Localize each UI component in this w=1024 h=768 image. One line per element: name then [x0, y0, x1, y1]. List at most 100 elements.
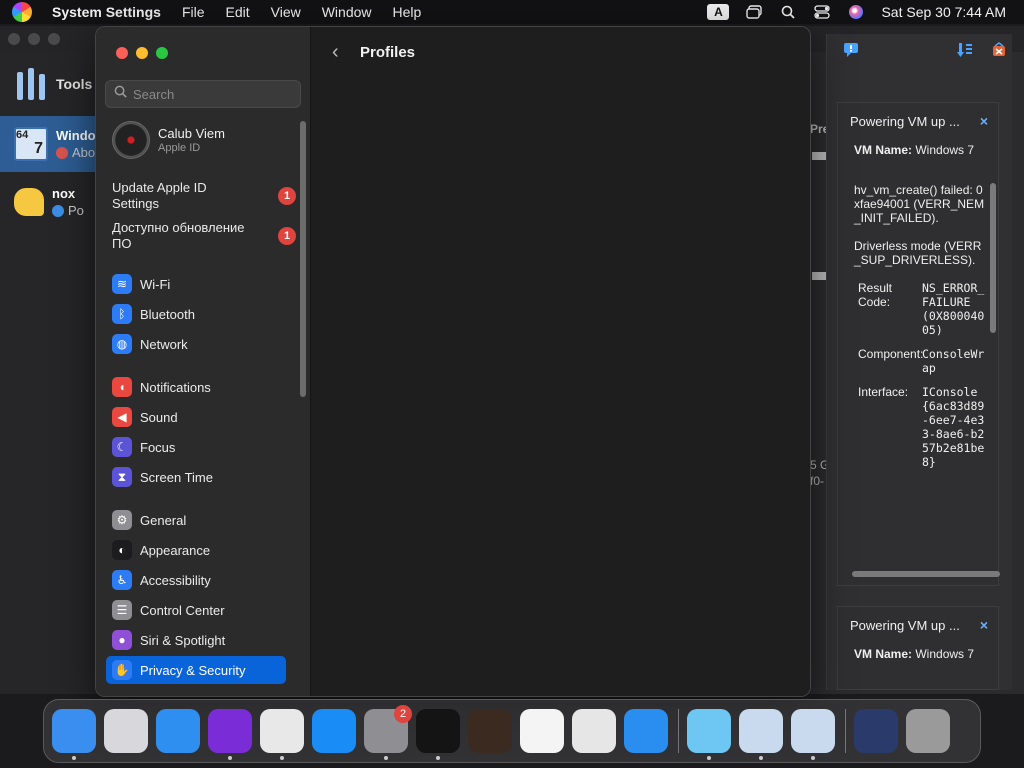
dock-badge: 2 [394, 705, 412, 723]
sidebar-item-bluetooth[interactable]: ᛒ Bluetooth [106, 300, 286, 328]
virtualbox-icon[interactable] [739, 709, 783, 760]
virtualbox-vm-icon[interactable] [791, 709, 835, 760]
notification-badge: 1 [278, 187, 296, 205]
sidebar-item-focus[interactable]: ☾ Focus [106, 433, 286, 461]
page-title: Profiles [360, 44, 416, 61]
sort-icon[interactable] [957, 42, 973, 63]
search-field[interactable] [105, 80, 301, 108]
sidebar-item-siri-spotlight[interactable]: ● Siri & Spotlight [106, 626, 286, 654]
nox-icon[interactable] [687, 709, 731, 760]
software-update-row[interactable]: Доступно обновление ПО 1 [112, 220, 296, 252]
sidebar-item-label: Appearance [140, 542, 211, 558]
sidebar-item-label: Siri & Spotlight [140, 632, 226, 648]
search-input[interactable] [133, 86, 293, 102]
notification-center-panel: Powering VM up ... × VM Name: Windows 7 … [826, 34, 1012, 690]
running-indicator [384, 756, 388, 760]
sidebar-item-label: General [140, 512, 187, 528]
update-apple-id-row[interactable]: Update Apple ID Settings 1 [112, 180, 296, 212]
vm-name: nox [52, 186, 76, 201]
vbox-minimize-button[interactable] [28, 33, 40, 45]
vbox-zoom-button[interactable] [48, 33, 60, 45]
sidebar-item-label: Sound [140, 409, 178, 425]
minimize-window-button[interactable] [136, 47, 148, 59]
sidebar-item-accessibility[interactable]: ♿ Accessibility [106, 566, 286, 594]
spotlight-search-icon[interactable] [779, 4, 797, 20]
sidebar-item-wi-fi[interactable]: ≋ Wi-Fi [106, 270, 286, 298]
notification-vertical-scrollbar[interactable] [990, 183, 996, 333]
vm-item-windows[interactable]: 64 7 Windo Abo [0, 116, 96, 172]
siri-icon[interactable] [847, 4, 865, 20]
settings-content: ‹ Profiles [312, 27, 810, 696]
gear-icon: ⚙ [112, 510, 132, 530]
sidebar-item-label: Network [140, 336, 188, 352]
running-indicator [72, 756, 76, 760]
safari-icon[interactable] [156, 709, 200, 753]
detail-key: Interface: [858, 385, 909, 399]
chrome-icon[interactable] [260, 709, 304, 760]
menu-edit[interactable]: Edit [226, 4, 250, 20]
roblox-studio-icon[interactable] [624, 709, 668, 753]
sidebar-item-label: Wi-Fi [140, 276, 171, 292]
close-window-button[interactable] [116, 47, 128, 59]
apple-menu-icon[interactable] [12, 2, 32, 22]
settings-icon[interactable]: 2 [364, 705, 412, 760]
running-indicator [436, 756, 440, 760]
profile-subtitle: Apple ID [158, 142, 201, 154]
error-message: hv_vm_create() failed: 0xfae94001 (VERR_… [854, 183, 985, 225]
menu-bar: System Settings File Edit View Window He… [0, 0, 1024, 24]
menu-help[interactable]: Help [393, 4, 422, 20]
sidebar-item-privacy-security[interactable]: ✋ Privacy & Security [106, 656, 286, 684]
vm-name-value: Windows 7 [915, 143, 975, 157]
hourglass-icon: ⧗ [112, 467, 132, 487]
appstore-icon[interactable] [312, 709, 356, 753]
vbox-tools-item[interactable]: Tools [16, 68, 92, 100]
notification-title: Powering VM up ... [850, 113, 960, 129]
menu-view[interactable]: View [271, 4, 301, 20]
garageband-icon[interactable] [468, 709, 512, 753]
notification-title: Powering VM up ... [850, 617, 960, 633]
wifi-icon: ≋ [112, 274, 132, 294]
sidebar-item-control-center[interactable]: ☰ Control Center [106, 596, 286, 624]
running-indicator [811, 756, 815, 760]
folder-preview-icon[interactable] [854, 709, 898, 753]
close-icon[interactable]: × [980, 113, 988, 129]
firefox-icon[interactable] [208, 709, 252, 760]
sidebar-item-label: Control Center [140, 602, 225, 618]
sidebar-item-notifications[interactable]: ◖ Notifications [106, 373, 286, 401]
launchpad-icon[interactable] [104, 709, 148, 753]
trash-icon[interactable] [906, 709, 950, 753]
close-icon[interactable]: × [980, 617, 988, 633]
sidebar-scrollbar[interactable] [300, 121, 306, 397]
apple-id-profile[interactable]: Calub Viem Apple ID [112, 121, 225, 159]
notification-horizontal-scrollbar[interactable] [852, 571, 1000, 577]
window-switcher-icon[interactable] [745, 4, 763, 20]
notification-card: Powering VM up ... × VM Name: Windows 7 [837, 606, 999, 690]
menu-app-name[interactable]: System Settings [52, 4, 161, 20]
sidebar-item-appearance[interactable]: ◐ Appearance [106, 536, 286, 564]
accessibility-icon: ♿ [112, 570, 132, 590]
siri-icon: ● [112, 630, 132, 650]
vm-name-label: VM Name: [854, 647, 913, 661]
menu-window[interactable]: Window [322, 4, 372, 20]
running-indicator [228, 756, 232, 760]
vm-item-nox[interactable]: nox Po [0, 174, 96, 230]
comment-icon[interactable] [843, 42, 859, 63]
detail-key: Component: [858, 347, 924, 361]
sidebar-item-screen-time[interactable]: ⧗ Screen Time [106, 463, 286, 491]
menu-file[interactable]: File [182, 4, 205, 20]
roblox-icon[interactable] [572, 709, 616, 753]
vbox-close-button[interactable] [8, 33, 20, 45]
terminal-icon[interactable] [416, 709, 460, 760]
clear-notifications-icon[interactable] [991, 42, 1007, 63]
sidebar-item-general[interactable]: ⚙ General [106, 506, 286, 534]
sidebar-item-network[interactable]: ◍ Network [106, 330, 286, 358]
finder-icon[interactable] [52, 709, 96, 760]
input-source-icon[interactable]: A [707, 4, 730, 20]
back-chevron-icon[interactable]: ‹ [332, 41, 339, 64]
vscode-icon[interactable] [520, 709, 564, 753]
sidebar-item-sound[interactable]: ◀ Sound [106, 403, 286, 431]
profile-name: Calub Viem [158, 126, 225, 141]
zoom-window-button[interactable] [156, 47, 168, 59]
menubar-clock[interactable]: Sat Sep 30 7:44 AM [881, 4, 1006, 20]
control-center-icon[interactable] [813, 4, 831, 20]
